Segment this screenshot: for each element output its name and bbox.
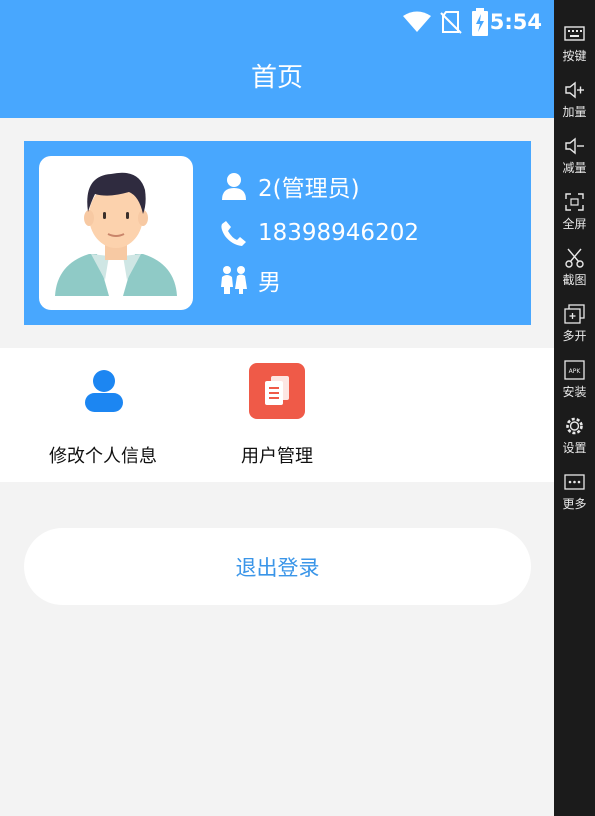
- volume-down-label: 减量: [562, 161, 587, 175]
- volume-down-button[interactable]: 减量: [554, 134, 595, 188]
- avatar: [39, 156, 193, 310]
- more-button[interactable]: 更多: [554, 470, 595, 524]
- screenshot-button[interactable]: 截图: [554, 246, 595, 300]
- svg-text:APK: APK: [569, 368, 582, 375]
- person-icon: [76, 363, 132, 419]
- app-bar: 首页: [0, 44, 554, 118]
- multi-window-icon: [564, 304, 585, 324]
- volume-up-label: 加量: [562, 105, 587, 119]
- volume-up-icon: [565, 81, 584, 99]
- username-text: 2(管理员): [258, 176, 360, 202]
- gender-text: 男: [258, 270, 281, 296]
- phone-screen: 5:54 首页 2(管理员) 18398946202 男 修改个人信息 用户管理…: [0, 0, 554, 816]
- install-label: 安装: [562, 385, 587, 399]
- phone-row: 18398946202: [219, 216, 419, 250]
- logout-button[interactable]: 退出登录: [24, 528, 531, 605]
- fullscreen-icon: [565, 193, 584, 211]
- status-time: 5:54: [489, 10, 542, 34]
- keys-button[interactable]: 按键: [554, 22, 595, 76]
- gender-icon: [219, 265, 249, 295]
- volume-down-icon: [565, 137, 584, 155]
- page-title: 首页: [250, 63, 303, 93]
- settings-label: 设置: [562, 441, 587, 455]
- battery-charging-icon: [472, 8, 488, 36]
- fullscreen-button[interactable]: 全屏: [554, 190, 595, 244]
- volume-up-button[interactable]: 加量: [554, 78, 595, 132]
- more-icon: [564, 474, 585, 490]
- edit-profile-item[interactable]: 修改个人信息: [8, 348, 198, 482]
- feature-menu: 修改个人信息 用户管理: [0, 348, 554, 482]
- phone-icon: [219, 218, 249, 248]
- more-label: 更多: [562, 497, 587, 511]
- keyboard-icon: [564, 26, 585, 41]
- username-row: 2(管理员): [219, 169, 360, 203]
- avatar-illustration: [55, 172, 177, 296]
- emulator-side-toolbar: 按键 加量 减量 全屏 截图 多开 APK 安装 设置 更多: [554, 0, 595, 816]
- document-icon: [249, 363, 305, 419]
- install-apk-button[interactable]: APK 安装: [554, 358, 595, 412]
- gender-row: 男: [219, 263, 281, 297]
- wifi-icon: [403, 11, 431, 32]
- profile-card: 2(管理员) 18398946202 男: [24, 141, 531, 325]
- settings-button[interactable]: 设置: [554, 414, 595, 468]
- user-management-label: 用户管理: [241, 446, 313, 467]
- scissors-icon: [565, 248, 584, 268]
- multi-instance-label: 多开: [562, 329, 587, 343]
- keys-label: 按键: [562, 49, 587, 63]
- multi-instance-button[interactable]: 多开: [554, 302, 595, 356]
- edit-profile-label: 修改个人信息: [49, 446, 157, 467]
- user-management-item[interactable]: 用户管理: [182, 348, 372, 482]
- no-sim-icon: [440, 11, 462, 34]
- user-icon: [219, 171, 249, 201]
- phone-text: 18398946202: [258, 220, 419, 246]
- fullscreen-label: 全屏: [562, 217, 587, 231]
- status-bar: 5:54: [0, 0, 554, 44]
- screenshot-label: 截图: [562, 273, 587, 287]
- apk-icon: APK: [564, 360, 585, 380]
- settings-icon: [566, 417, 583, 435]
